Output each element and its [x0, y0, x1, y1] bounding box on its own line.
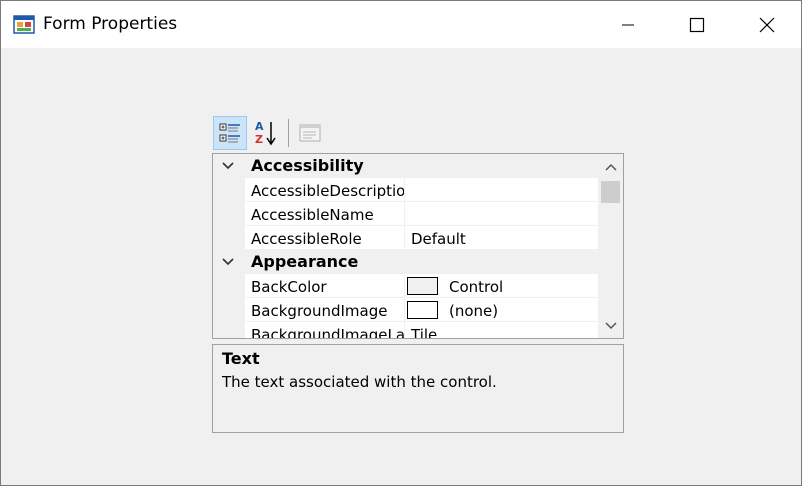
- property-pages-icon: [299, 124, 321, 142]
- svg-text:Z: Z: [255, 133, 263, 146]
- toolbar-separator: [288, 119, 289, 147]
- alphabetical-button[interactable]: A Z: [249, 116, 283, 150]
- property-pages-button[interactable]: [293, 116, 327, 150]
- property-name: AccessibleDescriptior: [251, 182, 404, 200]
- close-button[interactable]: [732, 1, 802, 48]
- property-grid-toolbar: A Z: [213, 116, 413, 150]
- property-name-cell[interactable]: AccessibleDescriptior: [245, 178, 404, 202]
- chevron-down-icon[interactable]: [221, 255, 235, 269]
- description-panel: Text The text associated with the contro…: [212, 344, 624, 433]
- property-row[interactable]: AccessibleName: [213, 202, 598, 226]
- property-value-cell[interactable]: [404, 202, 598, 226]
- property-name-cell[interactable]: BackgroundImageLa: [245, 322, 404, 339]
- property-grid-rows: Accessibility AccessibleDescriptior Acce…: [213, 154, 598, 338]
- property-value: (none): [449, 302, 499, 320]
- vertical-scrollbar[interactable]: [598, 154, 623, 338]
- property-value-cell[interactable]: Tile: [404, 322, 598, 339]
- category-label: Appearance: [251, 252, 359, 271]
- minimize-button[interactable]: [593, 1, 663, 48]
- property-row[interactable]: BackColor Control: [213, 274, 598, 298]
- window-title: Form Properties: [43, 14, 178, 34]
- property-name: AccessibleName: [251, 206, 374, 224]
- form-properties-window: Form Properties A Z Accessibility Access…: [0, 0, 802, 486]
- property-name-cell[interactable]: AccessibleName: [245, 202, 404, 226]
- property-value: Control: [449, 278, 504, 296]
- row-margin: [213, 298, 245, 322]
- scroll-down-button[interactable]: [598, 313, 623, 338]
- chevron-down-icon: [604, 321, 617, 329]
- property-row[interactable]: BackgroundImageLa Tile: [213, 322, 598, 339]
- property-row[interactable]: AccessibleDescriptior: [213, 178, 598, 202]
- row-margin: [213, 178, 245, 202]
- row-margin: [213, 202, 245, 226]
- property-name: BackgroundImage: [251, 302, 388, 320]
- description-title: Text: [222, 349, 260, 368]
- minimize-icon: [622, 24, 634, 25]
- category-row-appearance[interactable]: Appearance: [213, 250, 598, 274]
- chevron-down-icon[interactable]: [221, 159, 235, 173]
- row-margin: [213, 274, 245, 298]
- property-name-cell[interactable]: AccessibleRole: [245, 226, 404, 250]
- categorized-icon: [219, 123, 240, 143]
- property-grid[interactable]: Accessibility AccessibleDescriptior Acce…: [212, 153, 624, 339]
- property-name-cell[interactable]: BackgroundImage: [245, 298, 404, 322]
- row-margin: [213, 226, 245, 250]
- categorized-button[interactable]: [213, 116, 247, 150]
- sort-az-icon: A Z: [255, 120, 276, 146]
- property-value-cell[interactable]: [404, 178, 598, 202]
- property-name: BackColor: [251, 278, 327, 296]
- title-bar[interactable]: Form Properties: [1, 1, 801, 48]
- maximize-button[interactable]: [662, 1, 732, 48]
- chevron-up-icon: [604, 163, 617, 171]
- property-row[interactable]: BackgroundImage (none): [213, 298, 598, 322]
- property-value: Default: [411, 230, 466, 248]
- property-name: AccessibleRole: [251, 230, 362, 248]
- row-margin: [213, 322, 245, 338]
- description-text: The text associated with the control.: [222, 373, 497, 391]
- maximize-icon: [689, 17, 705, 32]
- property-value-cell[interactable]: Control: [404, 274, 598, 298]
- color-swatch: [407, 277, 438, 295]
- scroll-thumb[interactable]: [601, 181, 620, 203]
- winforms-app-icon: [13, 15, 35, 34]
- scroll-up-button[interactable]: [598, 154, 623, 179]
- property-name: BackgroundImageLa: [251, 326, 404, 339]
- close-icon: [759, 17, 775, 32]
- category-label: Accessibility: [251, 156, 364, 175]
- property-name-cell[interactable]: BackColor: [245, 274, 404, 298]
- property-row[interactable]: AccessibleRole Default: [213, 226, 598, 250]
- property-value-cell[interactable]: Default: [404, 226, 598, 250]
- property-value-cell[interactable]: (none): [404, 298, 598, 322]
- image-swatch: [407, 301, 438, 319]
- svg-text:A: A: [255, 120, 264, 133]
- property-value: Tile: [411, 326, 438, 339]
- category-row-accessibility[interactable]: Accessibility: [213, 154, 598, 178]
